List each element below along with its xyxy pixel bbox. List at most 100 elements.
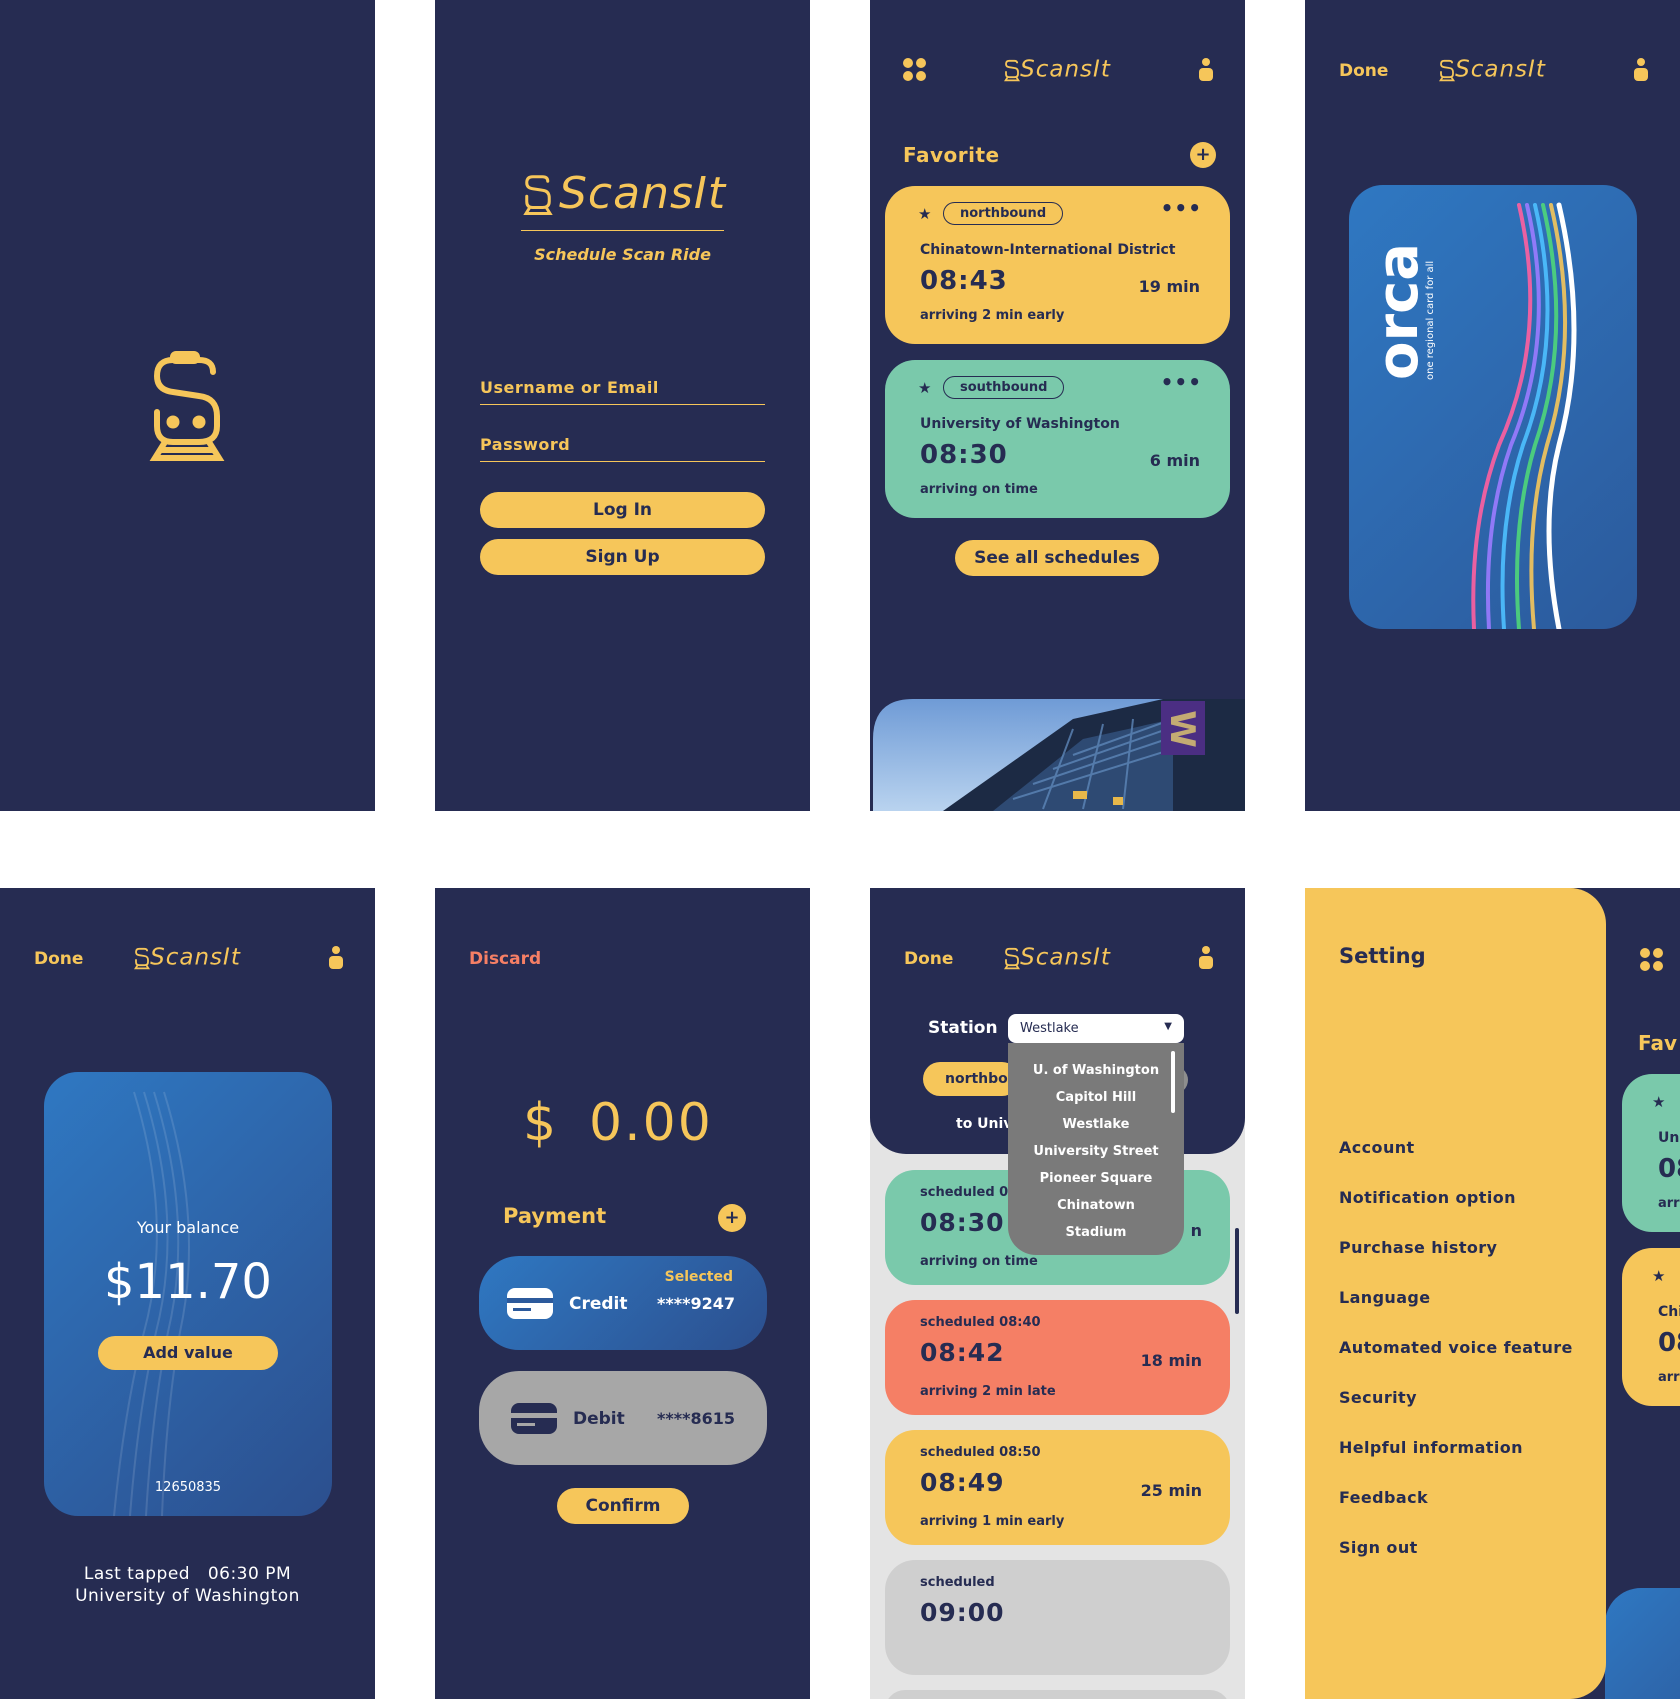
dropdown-option[interactable]: Capitol Hill bbox=[1008, 1090, 1184, 1105]
settings-item-purchase-history[interactable]: Purchase history bbox=[1339, 1238, 1497, 1257]
header-brand-name: ScansIt bbox=[1455, 56, 1546, 83]
debit-card-option[interactable]: Debit ****8615 bbox=[479, 1371, 767, 1465]
orca-brand: orca one regional card for all bbox=[1366, 230, 1449, 380]
minutes-away: n bbox=[1190, 1221, 1202, 1240]
last-tapped-time: 06:30 PM bbox=[207, 1564, 292, 1584]
brand-name: ScansIt bbox=[559, 168, 727, 219]
signup-button[interactable]: Sign Up bbox=[480, 539, 765, 575]
favorite-card[interactable]: ★ northbound ••• Chinatown-International… bbox=[885, 186, 1230, 344]
more-options-icon[interactable]: ••• bbox=[1161, 370, 1202, 394]
station-name: University of Washington bbox=[920, 416, 1120, 432]
orca-card-screen: Done ScansIt orca one regional card for … bbox=[1305, 0, 1680, 811]
settings-item-notification[interactable]: Notification option bbox=[1339, 1188, 1516, 1207]
settings-item-language[interactable]: Language bbox=[1339, 1288, 1431, 1307]
add-value-button[interactable]: Add value bbox=[98, 1336, 278, 1370]
dropdown-option[interactable]: Westlake bbox=[1008, 1117, 1184, 1132]
direction-chip-label: northbou bbox=[945, 1071, 1018, 1087]
header-brand-name: ScansIt bbox=[150, 944, 241, 971]
credit-card-icon bbox=[507, 1288, 553, 1319]
menu-grid-icon[interactable] bbox=[1640, 948, 1664, 972]
more-options-icon[interactable]: ••• bbox=[1161, 196, 1202, 220]
scheduled-label: scheduled bbox=[920, 1575, 995, 1590]
station-select[interactable]: Westlake ▼ bbox=[1008, 1014, 1184, 1043]
favorite-card[interactable]: ★ southbound ••• University of Washingto… bbox=[885, 360, 1230, 518]
orca-card-peek bbox=[1605, 1588, 1680, 1699]
arrival-status: arriving 2 min early bbox=[920, 308, 1065, 323]
direction-chip: northbound bbox=[943, 202, 1064, 225]
arrival-time: 08:30 bbox=[920, 1208, 1005, 1237]
destination-label: to Univ bbox=[956, 1116, 1013, 1132]
add-favorite-button[interactable]: + bbox=[1190, 142, 1216, 168]
direction-chip[interactable]: northbou bbox=[923, 1062, 1019, 1096]
amount-input[interactable]: 0.00 bbox=[589, 1093, 713, 1153]
credit-card-option[interactable]: Selected Credit ****9247 bbox=[479, 1256, 767, 1350]
discard-button[interactable]: Discard bbox=[469, 949, 541, 969]
dropdown-option[interactable]: Pioneer Square bbox=[1008, 1171, 1184, 1186]
dropdown-option[interactable]: University Street bbox=[1008, 1144, 1184, 1159]
arrival-status: arriving on time bbox=[920, 1254, 1038, 1269]
arrival-status-peek: arr bbox=[1658, 1196, 1680, 1211]
campus-building-image: W bbox=[873, 699, 1245, 811]
station-label: Station bbox=[928, 1018, 998, 1038]
favorite-title-peek: Fav bbox=[1638, 1031, 1678, 1055]
add-payment-button[interactable]: + bbox=[718, 1204, 746, 1232]
see-all-schedules-button[interactable]: See all schedules bbox=[955, 540, 1159, 576]
settings-item-helpful-info[interactable]: Helpful information bbox=[1339, 1438, 1523, 1457]
arrival-time: 09:00 bbox=[920, 1598, 1005, 1627]
scansit-logo-icon bbox=[1004, 59, 1021, 81]
arrival-time: 08:49 bbox=[920, 1468, 1005, 1497]
favorite-card-peek[interactable]: ★ Uni 08 arr bbox=[1622, 1074, 1680, 1232]
balance-label: Your balance bbox=[136, 1218, 240, 1237]
arrival-time: 08:43 bbox=[920, 266, 1008, 296]
scansit-logo-icon bbox=[149, 351, 225, 461]
settings-item-voice[interactable]: Automated voice feature bbox=[1339, 1338, 1573, 1357]
settings-item-security[interactable]: Security bbox=[1339, 1388, 1417, 1407]
home-screen: ScansIt Favorite + ★ northbound ••• Chin… bbox=[870, 0, 1245, 811]
username-field[interactable]: Username or Email bbox=[480, 378, 765, 405]
confirm-button[interactable]: Confirm bbox=[557, 1488, 689, 1524]
payment-screen: Discard $ 0.00 Payment + Selected Credit… bbox=[435, 888, 810, 1699]
scansit-logo-icon bbox=[134, 947, 151, 969]
last-tapped-label: Last tapped bbox=[83, 1564, 191, 1584]
password-field[interactable]: Password bbox=[480, 435, 765, 462]
orca-card[interactable]: orca one regional card for all bbox=[1349, 185, 1637, 629]
settings-screen: Fav ★ Uni 08 arr ★ Chi 08 arr Setting Ac… bbox=[1305, 888, 1680, 1699]
star-icon: ★ bbox=[1652, 1267, 1666, 1285]
dropdown-option[interactable]: U. of Washington bbox=[1008, 1063, 1184, 1078]
brand-divider bbox=[521, 230, 724, 231]
currency-symbol: $ bbox=[523, 1093, 557, 1153]
profile-icon[interactable] bbox=[1199, 946, 1213, 970]
arrival-time-peek: 08 bbox=[1658, 1328, 1680, 1358]
favorite-title: Favorite bbox=[903, 143, 1000, 167]
minutes-away: 25 min bbox=[1140, 1481, 1202, 1500]
header-brand-name: ScansIt bbox=[1020, 56, 1111, 83]
star-icon[interactable]: ★ bbox=[918, 379, 931, 397]
profile-icon[interactable] bbox=[329, 946, 343, 970]
star-icon[interactable]: ★ bbox=[918, 205, 931, 223]
settings-title: Setting bbox=[1339, 944, 1426, 968]
schedule-row[interactable]: scheduled 08:50 08:49 25 min arriving 1 … bbox=[885, 1430, 1230, 1545]
dropdown-option[interactable]: Chinatown bbox=[1008, 1198, 1184, 1213]
arrival-time-peek: 08 bbox=[1658, 1154, 1680, 1184]
credit-label: Credit bbox=[569, 1294, 628, 1314]
schedule-row[interactable]: scheduled 09:00 bbox=[885, 1560, 1230, 1675]
brand-tagline: Schedule Scan Ride bbox=[534, 245, 711, 264]
settings-item-feedback[interactable]: Feedback bbox=[1339, 1488, 1428, 1507]
dropdown-option[interactable]: Stadium bbox=[1008, 1225, 1184, 1240]
favorite-card-peek[interactable]: ★ Chi 08 arr bbox=[1622, 1248, 1680, 1406]
station-name-peek: Uni bbox=[1658, 1130, 1680, 1146]
scansit-logo-icon bbox=[523, 175, 553, 215]
scheduled-label: scheduled 0 bbox=[920, 1185, 1009, 1200]
station-select-value: Westlake bbox=[1020, 1021, 1079, 1036]
profile-icon[interactable] bbox=[1199, 58, 1213, 82]
settings-item-sign-out[interactable]: Sign out bbox=[1339, 1538, 1418, 1557]
profile-icon[interactable] bbox=[1634, 58, 1648, 82]
list-scrollbar[interactable] bbox=[1235, 1228, 1239, 1314]
login-screen: ScansIt Schedule Scan Ride Username or E… bbox=[435, 0, 810, 811]
header-logo: ScansIt bbox=[870, 944, 1245, 971]
schedule-row[interactable]: scheduled 08:40 08:42 18 min arriving 2 … bbox=[885, 1300, 1230, 1415]
station-dropdown-menu: U. of Washington Capitol Hill Westlake U… bbox=[1008, 1043, 1184, 1255]
svg-text:W: W bbox=[1162, 710, 1202, 748]
settings-item-account[interactable]: Account bbox=[1339, 1138, 1415, 1157]
login-button[interactable]: Log In bbox=[480, 492, 765, 528]
